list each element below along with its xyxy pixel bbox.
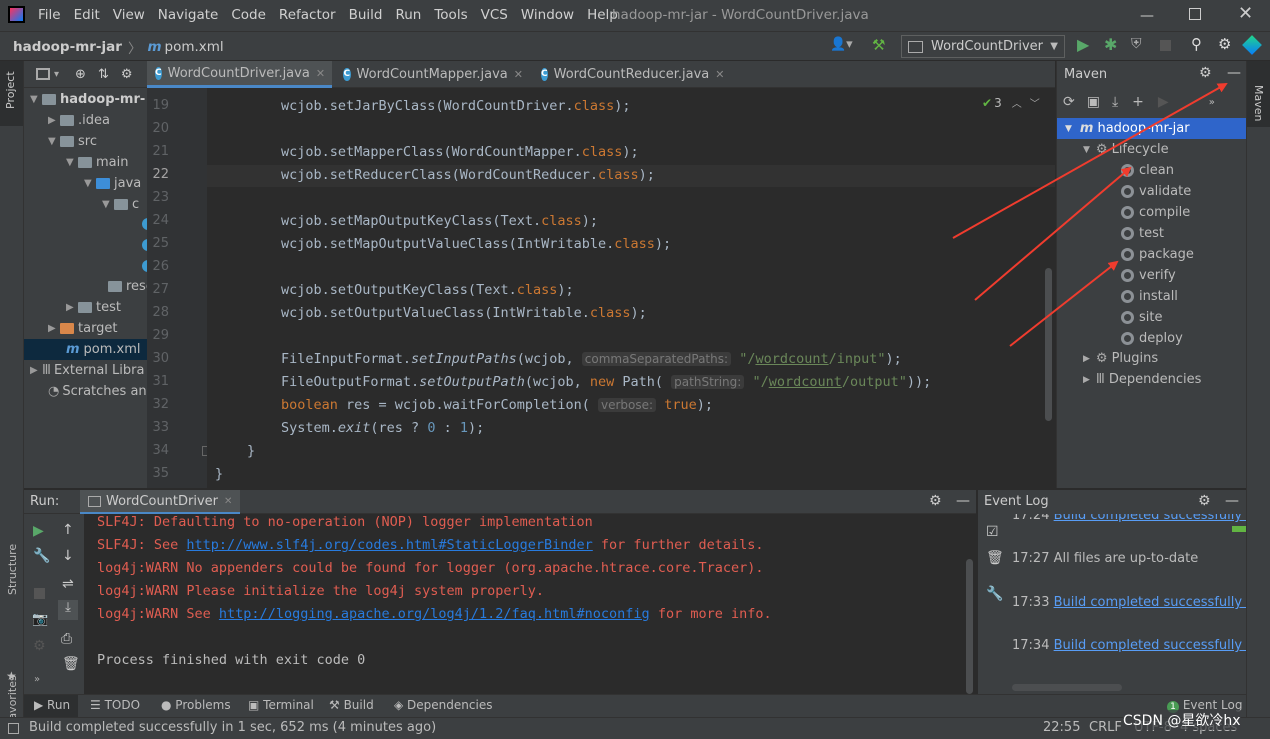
arrow-to-minimize: [952, 83, 1228, 239]
arrow-to-clean: [974, 166, 1132, 301]
annotation-arrows: [952, 83, 1228, 347]
arrow-to-package: [1009, 260, 1119, 347]
